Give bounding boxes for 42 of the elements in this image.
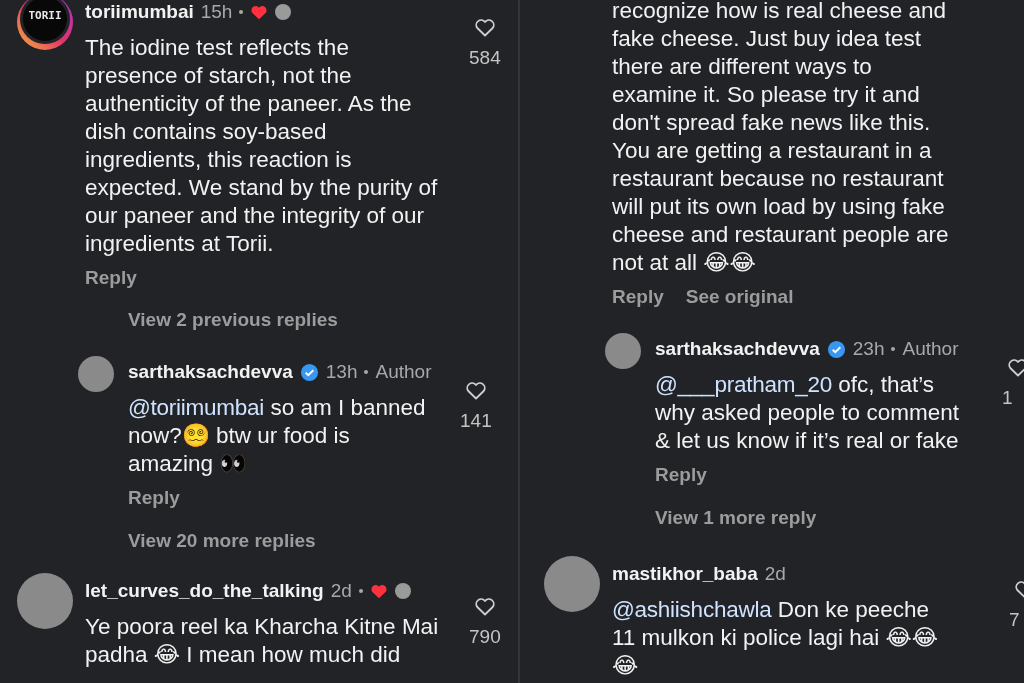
comment-time: 13h [325, 361, 358, 383]
view-replies-link[interactable]: View 2 previous replies [128, 306, 338, 334]
comment-text: @toriimumbai so am I banned now?😵‍💫 btw ur food is amazing 👀 [128, 394, 427, 478]
comment-text: @___pratham_20 ofc, that’s why asked people to comment & let us know if it’s real or fake [655, 371, 960, 455]
creator-avatar [394, 583, 411, 599]
like-count: 790 [469, 626, 501, 648]
comment-text: Ye poora reel ka Kharcha Kitne Mai padha 😂 I mean how much did [85, 613, 440, 669]
username-link[interactable]: toriimumbai [85, 1, 194, 23]
view-replies-link[interactable]: View 1 more reply [655, 504, 817, 532]
comment-time: 2d [330, 580, 352, 602]
username-link[interactable]: let_curves_do_the_talking [85, 580, 324, 602]
see-original-link[interactable]: See original [685, 283, 794, 311]
comment-time: 23h [852, 338, 885, 360]
story-ring-avatar[interactable]: TORII [17, 0, 73, 50]
author-label: Author [375, 361, 432, 383]
reply-button[interactable]: Reply [612, 283, 664, 311]
reply-button[interactable]: Reply [85, 264, 137, 292]
comment-time: 15h [200, 1, 233, 23]
author-label: Author [902, 338, 959, 360]
mention-link[interactable]: @toriimumbai [128, 395, 265, 420]
reply-button[interactable]: Reply [128, 484, 180, 512]
creator-avatar [275, 4, 292, 20]
like-count: 1 [1002, 387, 1013, 409]
comment-text: @ashiishchawla Don ke peeche 11 mulkon ki police lagi hai 😂😂😂 [612, 596, 940, 680]
comment-time: 2d [764, 563, 786, 585]
view-replies-link[interactable]: View 20 more replies [128, 527, 316, 555]
comment-text: recognize how is real cheese and fake cheese. Just buy idea test there are different ways to examine it. So please try it and don't spread fake news like this. You are getting a restaurant in a restaurant because no restaurant will put its own load by using fake cheese and restaurant people are not at all 😂😂 [612, 0, 950, 277]
logo-text: TORII [28, 8, 62, 24]
mention-link[interactable]: @ashiishchawla [612, 597, 772, 622]
username-link[interactable]: mastikhor_baba [612, 563, 758, 585]
username-link[interactable]: sarthaksachdevva [128, 361, 293, 383]
mention-link[interactable]: @___pratham_20 [655, 372, 832, 397]
avatar-photo-placeholder[interactable] [544, 556, 600, 612]
comment-text: The iodine test reflects the presence of starch, not the authenticity of the paneer. As the dish contains soy-based ingredients, this reaction is expected. We stand by the purity of our paneer and the integrity of our ingredients at Torii. [85, 34, 439, 258]
avatar-photo-placeholder[interactable] [78, 356, 114, 392]
reply-button[interactable]: Reply [655, 461, 707, 489]
like-count: 584 [469, 47, 501, 69]
username-link[interactable]: sarthaksachdevva [655, 338, 820, 360]
avatar-photo-placeholder[interactable] [17, 573, 73, 629]
avatar-photo-placeholder[interactable] [605, 333, 641, 369]
like-count: 141 [460, 410, 492, 432]
like-count: 7 [1009, 609, 1020, 631]
